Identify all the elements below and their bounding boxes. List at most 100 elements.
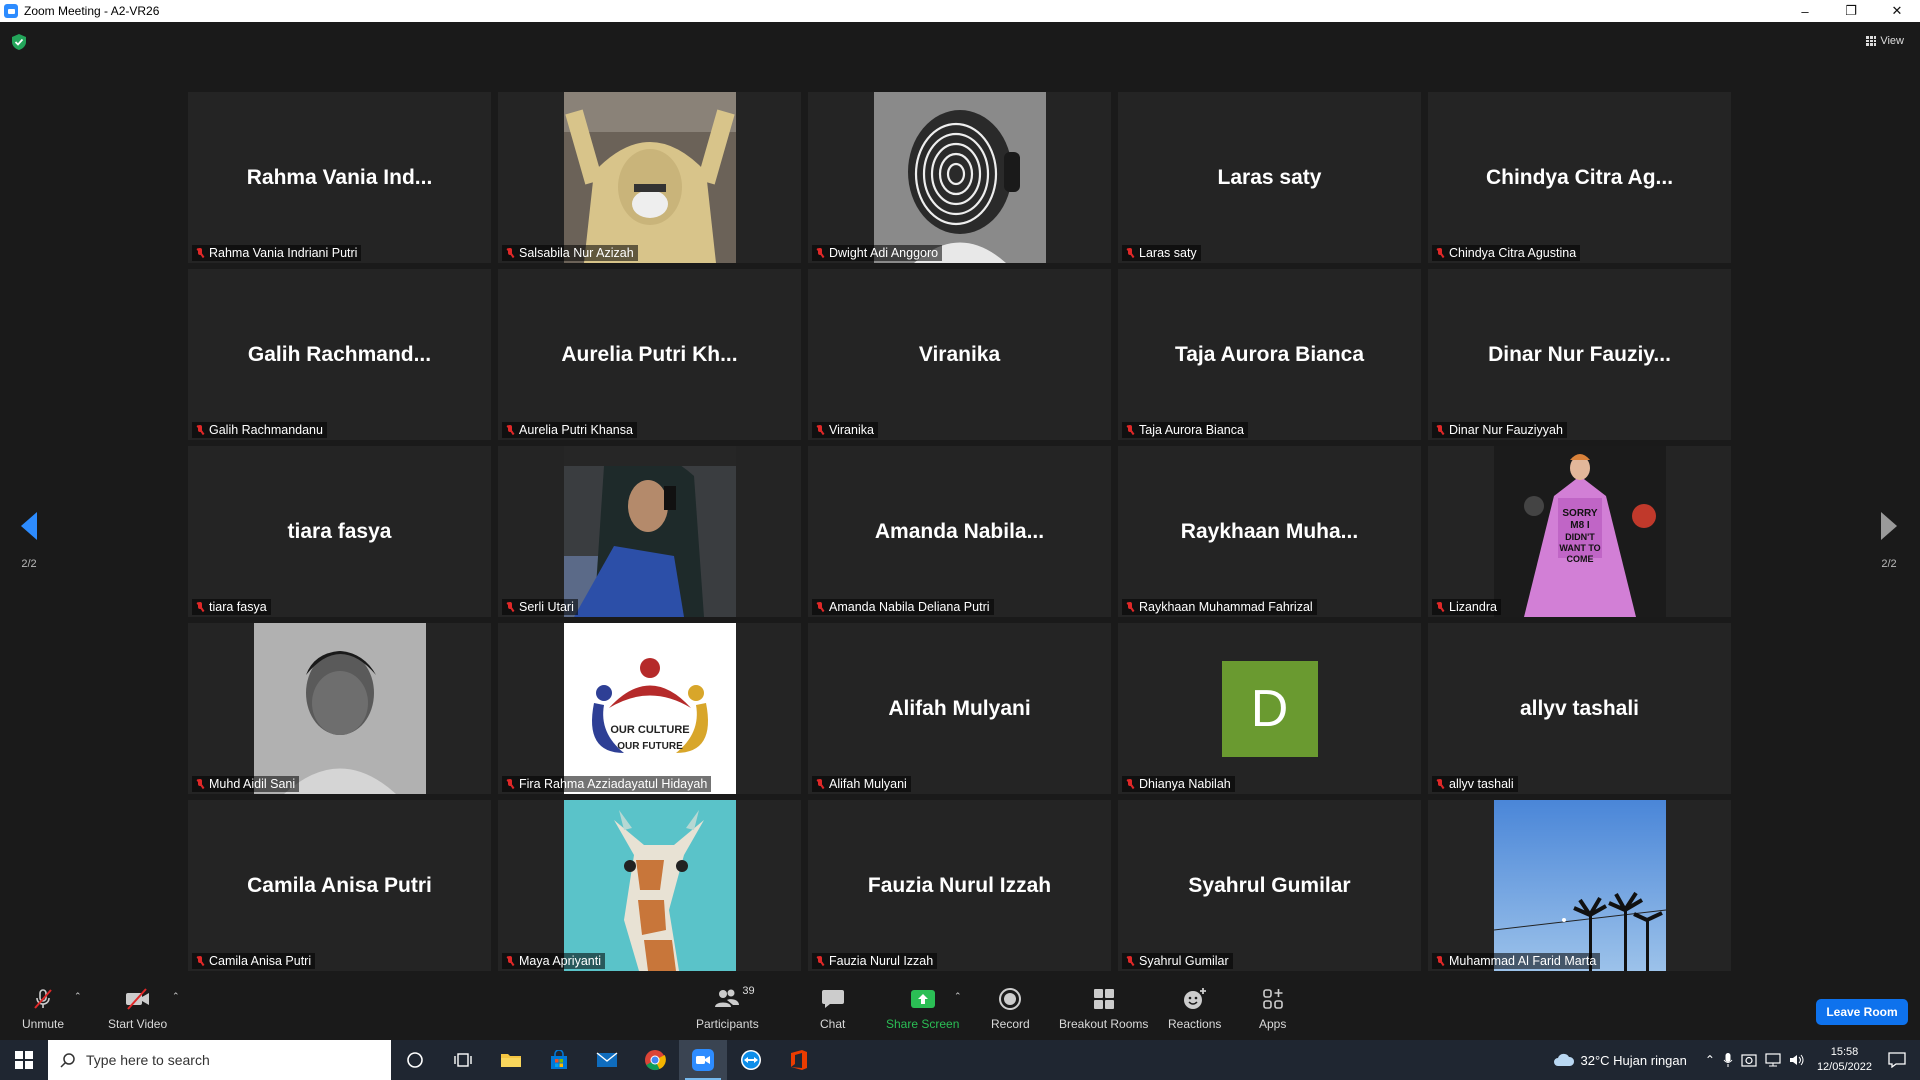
participant-tile[interactable]: Serli Utari bbox=[498, 446, 801, 617]
volume-icon[interactable] bbox=[1789, 1053, 1805, 1067]
cortana-circle-icon bbox=[407, 1052, 423, 1068]
participant-tile[interactable]: Laras saty Laras saty bbox=[1118, 92, 1421, 263]
microphone-muted-icon bbox=[504, 778, 516, 791]
system-tray: 32°C Hujan ringan ⌃ 15:58 12/05/2022 bbox=[1553, 1040, 1920, 1080]
windows-logo-icon bbox=[15, 1051, 33, 1069]
notifications-icon[interactable] bbox=[1888, 1052, 1906, 1068]
teamviewer-button[interactable] bbox=[727, 1040, 775, 1080]
participant-tile[interactable]: Muhammad Al Farid Marta bbox=[1428, 800, 1731, 971]
share-screen-button[interactable]: Share Screen bbox=[886, 987, 959, 1031]
participant-tile[interactable]: Syahrul Gumilar Syahrul Gumilar bbox=[1118, 800, 1421, 971]
participant-name: Maya Apriyanti bbox=[519, 954, 601, 968]
participant-name-label: Raykhaan Muhammad Fahrizal bbox=[1122, 599, 1317, 615]
next-page-button[interactable]: 2/2 bbox=[1874, 512, 1904, 570]
participant-name-label: Dinar Nur Fauziyyah bbox=[1432, 422, 1567, 438]
chrome-button[interactable] bbox=[631, 1040, 679, 1080]
chrome-icon bbox=[645, 1050, 666, 1071]
participant-display-name: Chindya Citra Ag... bbox=[1485, 165, 1674, 189]
apps-button[interactable]: Apps bbox=[1259, 987, 1286, 1031]
gallery-grid: Rahma Vania Ind... Rahma Vania Indriani P… bbox=[188, 92, 1734, 971]
participant-tile[interactable]: Muhd Aidil Sani bbox=[188, 623, 491, 794]
camera-tray-icon[interactable] bbox=[1741, 1053, 1757, 1067]
unmute-button[interactable]: Unmute bbox=[22, 987, 64, 1031]
zoom-taskbar-button[interactable] bbox=[679, 1040, 727, 1080]
restore-button[interactable]: ❐ bbox=[1828, 0, 1874, 22]
participant-name-label: Fira Rahma Azziadayatul Hidayah bbox=[502, 776, 712, 792]
audio-options-caret-icon[interactable]: ⌃ bbox=[74, 991, 82, 1002]
cortana-button[interactable] bbox=[391, 1040, 439, 1080]
participant-tile[interactable]: Maya Apriyanti bbox=[498, 800, 801, 971]
participant-video bbox=[563, 92, 736, 263]
microsoft-store-button[interactable] bbox=[535, 1040, 583, 1080]
participant-name: Rahma Vania Indriani Putri bbox=[209, 246, 358, 260]
participant-tile[interactable]: Camila Anisa Putri Camila Anisa Putri bbox=[188, 800, 491, 971]
start-button[interactable] bbox=[0, 1040, 48, 1080]
mail-envelope-icon bbox=[596, 1052, 618, 1067]
zoom-app-icon bbox=[4, 4, 18, 18]
microphone-tray-icon[interactable] bbox=[1723, 1052, 1733, 1068]
participant-tile[interactable]: Alifah Mulyani Alifah Mulyani bbox=[808, 623, 1111, 794]
participant-tile[interactable]: Salsabila Nur Azizah bbox=[498, 92, 801, 263]
participant-tile[interactable]: Taja Aurora Bianca Taja Aurora Bianca bbox=[1118, 269, 1421, 440]
mail-button[interactable] bbox=[583, 1040, 631, 1080]
participant-tile[interactable]: allyv tashali allyv tashali bbox=[1428, 623, 1731, 794]
participant-name: Serli Utari bbox=[519, 600, 574, 614]
participant-name-label: Galih Rachmandanu bbox=[192, 422, 327, 438]
participant-tile[interactable]: Aurelia Putri Kh... Aurelia Putri Khansa bbox=[498, 269, 801, 440]
participant-tile[interactable]: Dwight Adi Anggoro bbox=[808, 92, 1111, 263]
participant-tile[interactable]: SORRY M8 I DIDN'T WANT TO COME Lizandra bbox=[1428, 446, 1731, 617]
apps-icon bbox=[1262, 989, 1283, 1009]
start-video-button[interactable]: Start Video bbox=[108, 987, 167, 1031]
participant-tile[interactable]: Rahma Vania Ind... Rahma Vania Indriani P… bbox=[188, 92, 491, 263]
video-options-caret-icon[interactable]: ⌃ bbox=[172, 991, 180, 1002]
weather-text[interactable]: 32°C Hujan ringan bbox=[1581, 1053, 1687, 1068]
breakout-rooms-button[interactable]: Breakout Rooms bbox=[1059, 987, 1148, 1031]
participant-name-label: Muhd Aidil Sani bbox=[192, 776, 300, 792]
participant-name: allyv tashali bbox=[1449, 777, 1514, 791]
participant-tile[interactable]: Raykhaan Muha... Raykhaan Muhammad Fahriz… bbox=[1118, 446, 1421, 617]
participant-name-label: Aurelia Putri Khansa bbox=[502, 422, 637, 438]
participant-tile[interactable]: Viranika Viranika bbox=[808, 269, 1111, 440]
previous-page-button[interactable]: 2/2 bbox=[14, 512, 44, 570]
participant-name: Fira Rahma Azziadayatul Hidayah bbox=[519, 777, 708, 791]
show-hidden-icons-chevron-icon[interactable]: ⌃ bbox=[1705, 1053, 1715, 1067]
network-icon[interactable] bbox=[1765, 1053, 1781, 1067]
security-shield-icon[interactable] bbox=[12, 34, 26, 50]
participant-video: OUR CULTURE OUR FUTURE bbox=[563, 623, 736, 794]
breakout-rooms-icon bbox=[1093, 989, 1114, 1009]
participants-button[interactable]: 39 Participants bbox=[696, 985, 759, 1031]
chat-button[interactable]: Chat bbox=[820, 987, 845, 1031]
taskbar-search-input[interactable]: Type here to search bbox=[48, 1040, 391, 1080]
reactions-button[interactable]: Reactions bbox=[1168, 987, 1221, 1031]
participant-name-label: tiara fasya bbox=[192, 599, 271, 615]
view-label: View bbox=[1880, 35, 1904, 47]
minimize-button[interactable]: – bbox=[1782, 0, 1828, 22]
taskbar-clock[interactable]: 15:58 12/05/2022 bbox=[1817, 1045, 1872, 1075]
windows-taskbar: Type here to search 32°C Hujan ringan ⌃ … bbox=[0, 1040, 1920, 1080]
participant-tile[interactable]: D Dhianya Nabilah bbox=[1118, 623, 1421, 794]
svg-text:WANT TO: WANT TO bbox=[1559, 543, 1600, 553]
participant-tile[interactable]: Dinar Nur Fauziy... Dinar Nur Fauziyyah bbox=[1428, 269, 1731, 440]
participant-tile[interactable]: Chindya Citra Ag... Chindya Citra Agustin… bbox=[1428, 92, 1731, 263]
participant-tile[interactable]: Amanda Nabila... Amanda Nabila Deliana Pu… bbox=[808, 446, 1111, 617]
file-explorer-button[interactable] bbox=[487, 1040, 535, 1080]
view-button[interactable]: View bbox=[1860, 32, 1910, 50]
participant-tile[interactable]: Galih Rachmand... Galih Rachmandanu bbox=[188, 269, 491, 440]
task-view-icon bbox=[454, 1053, 472, 1067]
participant-name: Fauzia Nurul Izzah bbox=[829, 954, 934, 968]
video-camera-off-icon bbox=[125, 988, 149, 1010]
participant-display-name: Camila Anisa Putri bbox=[247, 873, 432, 897]
task-view-button[interactable] bbox=[439, 1040, 487, 1080]
participant-name: Taja Aurora Bianca bbox=[1139, 423, 1244, 437]
participant-name-label: Salsabila Nur Azizah bbox=[502, 245, 638, 261]
participant-tile[interactable]: Fauzia Nurul Izzah Fauzia Nurul Izzah bbox=[808, 800, 1111, 971]
leave-room-button[interactable]: Leave Room bbox=[1816, 999, 1908, 1025]
close-button[interactable]: ✕ bbox=[1874, 0, 1920, 22]
participant-name: Aurelia Putri Khansa bbox=[519, 423, 633, 437]
record-button[interactable]: Record bbox=[991, 987, 1030, 1031]
participant-tile[interactable]: OUR CULTURE OUR FUTURE Fira Rahma Azziaday… bbox=[498, 623, 801, 794]
share-options-caret-icon[interactable]: ⌃ bbox=[954, 991, 962, 1002]
participant-tile[interactable]: tiara fasya tiara fasya bbox=[188, 446, 491, 617]
office-button[interactable] bbox=[775, 1040, 823, 1080]
microphone-muted-icon bbox=[1434, 955, 1446, 968]
